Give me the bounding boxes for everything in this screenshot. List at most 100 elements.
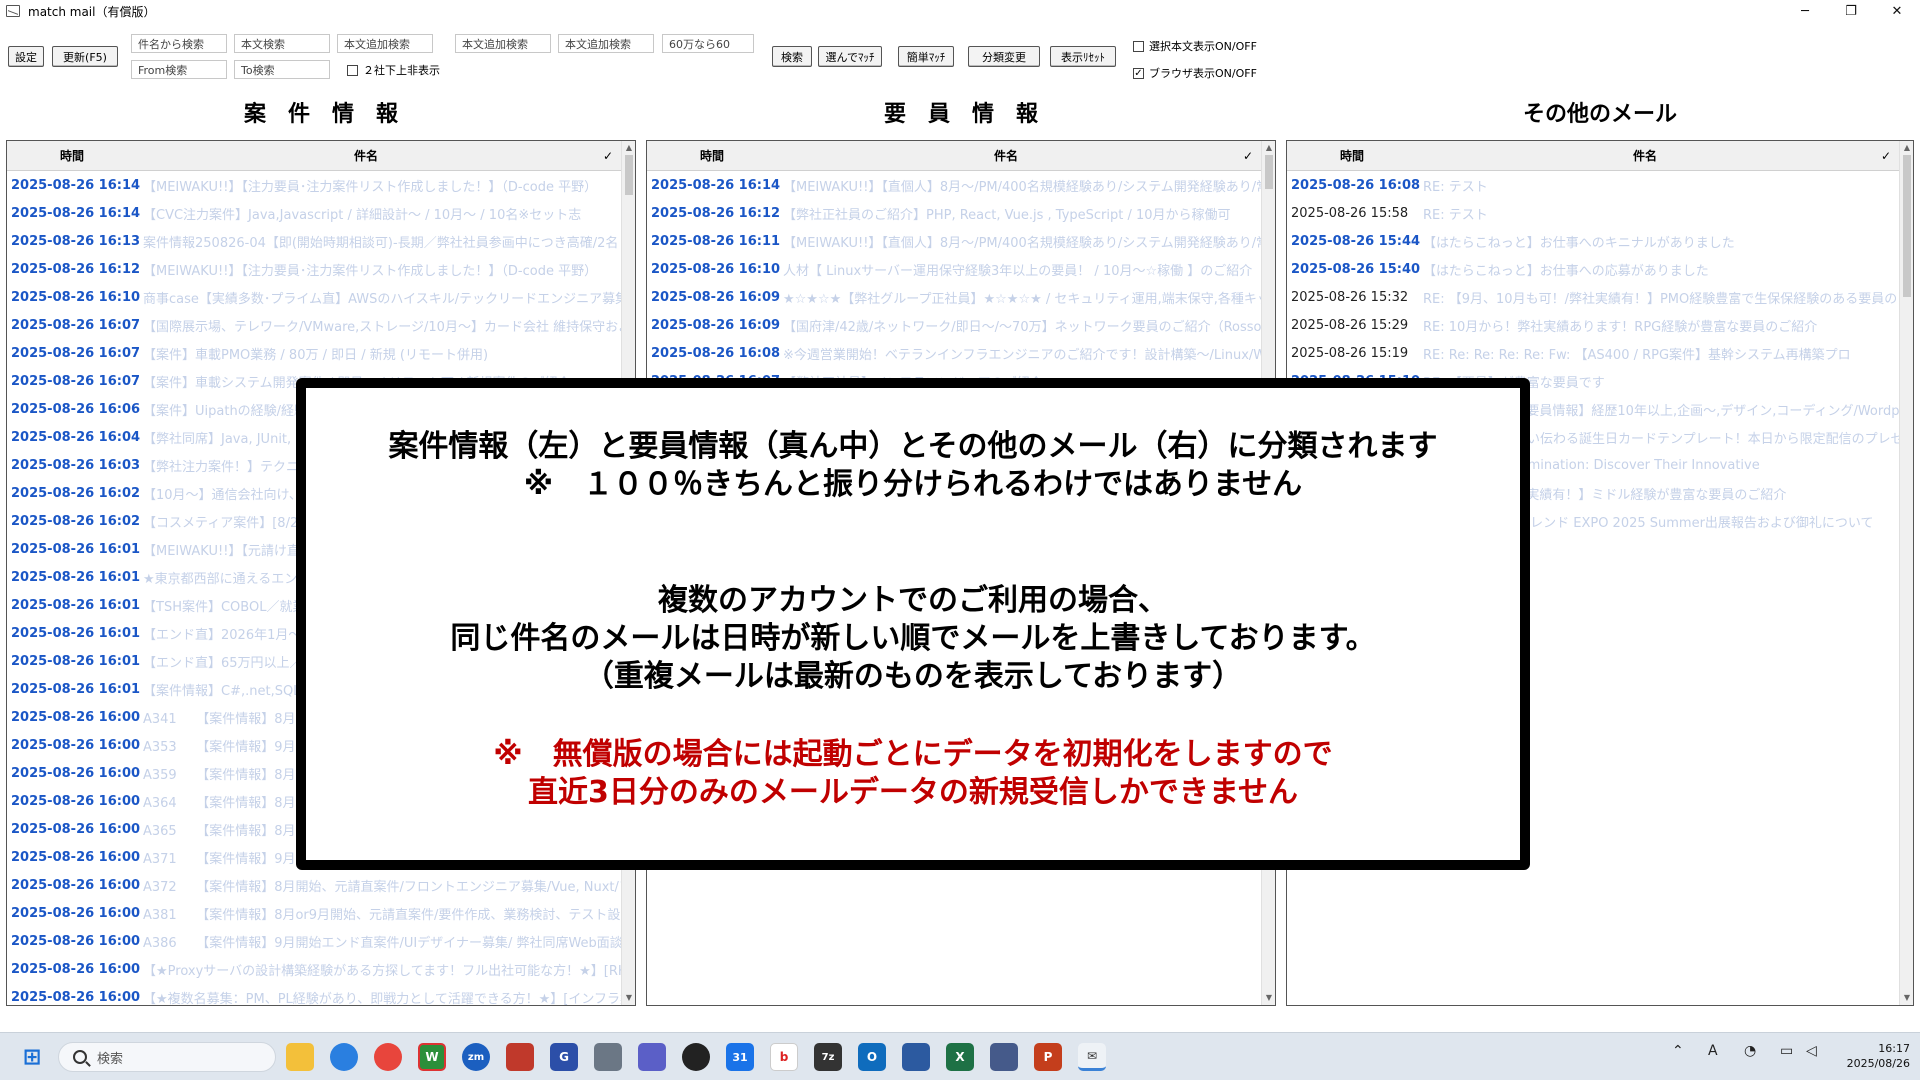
taskbar-search-box[interactable]: 検索 xyxy=(58,1042,276,1072)
mail-list-row[interactable]: 2025-08-26 16:14 【MEIWAKU!!】【直個人】8月～/PM/4… xyxy=(647,171,1261,199)
mail-list-row[interactable]: 2025-08-26 16:14 【CVC注力案件】Java,Javascript… xyxy=(7,199,621,227)
maximize-button[interactable]: ❐ xyxy=(1828,0,1874,22)
mail-subject: A386 【案件情報】9月開始エンド直案件/UIデザイナー募集/ 弊社同席Web… xyxy=(143,935,621,951)
minimize-button[interactable]: ─ xyxy=(1782,0,1828,22)
mail-list-row[interactable]: 2025-08-26 16:00 【★Proxyサーバの設計構築経験がある方探して… xyxy=(7,955,621,983)
mail-list-row[interactable]: 2025-08-26 16:08 RE: テスト xyxy=(1287,171,1899,199)
zoom-app-icon[interactable]: zm xyxy=(462,1043,490,1071)
scroll-down-arrow-icon[interactable]: ▼ xyxy=(1262,991,1275,1005)
mail-list-row[interactable]: 2025-08-26 16:14 【MEIWAKU!!】【注力要員･注力案件リスト… xyxy=(7,171,621,199)
file-explorer-icon[interactable] xyxy=(286,1043,314,1071)
subject-search-input[interactable]: 件名から検索 xyxy=(131,34,227,53)
mail-list-row[interactable]: 2025-08-26 16:09 【国府津/42歳/ネットワーク/即日～/～70万… xyxy=(647,311,1261,339)
mail-list-row[interactable]: 2025-08-26 15:29 RE: 10月から！弊社実績あります！RPG経験… xyxy=(1287,311,1899,339)
column-header-subject[interactable]: 件名 xyxy=(137,147,595,164)
search-button[interactable]: 検索 xyxy=(772,46,812,67)
settings-button[interactable]: 設定 xyxy=(8,46,44,67)
scroll-up-arrow-icon[interactable]: ▲ xyxy=(1262,141,1275,155)
teams-icon[interactable] xyxy=(638,1043,666,1071)
powerpoint-icon[interactable]: P xyxy=(1034,1043,1062,1071)
chrome-browser-icon[interactable] xyxy=(374,1043,402,1071)
scroll-down-arrow-icon[interactable]: ▼ xyxy=(1900,991,1913,1005)
mail-list-row[interactable]: 2025-08-26 16:08 ※今週営業開始！ベテランインフラエンジニアのご紹… xyxy=(647,339,1261,367)
remote-desktop-icon[interactable] xyxy=(990,1043,1018,1071)
match-mail-taskbar-icon[interactable]: ✉ xyxy=(1078,1043,1106,1071)
mail-list-row[interactable]: 2025-08-26 16:10 人材【 Linuxサーバー運用保守経験3年以上の… xyxy=(647,255,1261,283)
change-category-button[interactable]: 分類変更 xyxy=(968,46,1040,67)
mail-list-row[interactable]: 2025-08-26 15:44 【はたらこねっと】お仕事へのキニナルがありました xyxy=(1287,227,1899,255)
simple-match-button[interactable]: 簡単ﾏｯﾁ xyxy=(898,46,954,67)
vertical-scrollbar[interactable]: ▲ ▼ xyxy=(1899,141,1913,1005)
from-search-input[interactable]: From検索 xyxy=(131,60,227,79)
refresh-button[interactable]: 更新(F5) xyxy=(52,46,118,67)
body-add-search-input-1[interactable]: 本文追加検索 xyxy=(337,34,433,53)
mail-list-row[interactable]: 2025-08-26 16:00 A386 【案件情報】9月開始エンド直案件/UI… xyxy=(7,927,621,955)
mail-list-row[interactable]: 2025-08-26 15:32 RE: 【9月、10月も可！/弊社実績有！】PM… xyxy=(1287,283,1899,311)
windows-start-icon[interactable]: ⊞ xyxy=(18,1043,46,1071)
column-header-check[interactable]: ✓ xyxy=(595,149,621,163)
mail-list-row[interactable]: 2025-08-26 15:19 RE: Re: Re: Re: Re: Fw: … xyxy=(1287,339,1899,367)
mail-list-row[interactable]: 2025-08-26 16:12 【弊社正社員のご紹介】PHP, React, V… xyxy=(647,199,1261,227)
column-header-subject[interactable]: 件名 xyxy=(777,147,1235,164)
close-button[interactable]: ✕ xyxy=(1874,0,1920,22)
mail-time: 2025-08-26 16:07 xyxy=(11,373,141,389)
7zip-icon[interactable]: 7z xyxy=(814,1043,842,1071)
mail-list-row[interactable]: 2025-08-26 16:12 【MEIWAKU!!】【注力要員･注力案件リスト… xyxy=(7,255,621,283)
toggle-body-checkbox[interactable]: 選択本文表示ON/OFF xyxy=(1133,38,1257,54)
mail-list-row[interactable]: 2025-08-26 16:00 【★複数名募集：PM、PL経験があり、即戦力とし… xyxy=(7,983,621,1006)
tray-chevron-icon[interactable]: ⌃ xyxy=(1672,1043,1684,1059)
ime-indicator[interactable]: A xyxy=(1708,1043,1718,1059)
column-header-check[interactable]: ✓ xyxy=(1235,149,1261,163)
to-search-input[interactable]: To検索 xyxy=(234,60,330,79)
column-header-check[interactable]: ✓ xyxy=(1873,149,1899,163)
hide-two-companies-checkbox[interactable]: ２社下上非表示 xyxy=(347,62,440,78)
scroll-thumb[interactable] xyxy=(1903,155,1911,297)
mail-list-row[interactable]: 2025-08-26 15:40 【はたらこねっと】お仕事への応募がありました xyxy=(1287,255,1899,283)
mail-list-row[interactable]: 2025-08-26 16:13 案件情報250826-04【即(開始時期相談可)… xyxy=(7,227,621,255)
amount-input[interactable]: 60万なら60 xyxy=(662,34,754,53)
mail-list-row[interactable]: 2025-08-26 16:00 A372 【案件情報】8月開始、元請直案件/フロ… xyxy=(7,871,621,899)
excel-icon[interactable]: X xyxy=(946,1043,974,1071)
calendar-icon[interactable]: 31 xyxy=(726,1043,754,1071)
column-header-subject[interactable]: 件名 xyxy=(1417,147,1873,164)
notepad-icon[interactable] xyxy=(902,1043,930,1071)
column-header-time[interactable]: 時間 xyxy=(647,147,777,164)
chatgpt-icon[interactable] xyxy=(682,1043,710,1071)
edge-browser-icon[interactable] xyxy=(330,1043,358,1071)
scroll-up-arrow-icon[interactable]: ▲ xyxy=(622,141,635,155)
calculator-icon[interactable] xyxy=(594,1043,622,1071)
g-app-icon[interactable]: G xyxy=(550,1043,578,1071)
column-header-time[interactable]: 時間 xyxy=(7,147,137,164)
body-search-input[interactable]: 本文検索 xyxy=(234,34,330,53)
mail-list-row[interactable]: 2025-08-26 16:11 【MEIWAKU!!】【直個人】8月～/PM/4… xyxy=(647,227,1261,255)
pick-match-button[interactable]: 選んでﾏｯﾁ xyxy=(818,46,882,67)
taskbar-clock[interactable]: 16:17 2025/08/26 xyxy=(1847,1041,1910,1071)
reset-display-button[interactable]: 表示ﾘｾｯﾄ xyxy=(1050,46,1116,67)
body-add-search-input-3[interactable]: 本文追加検索 xyxy=(558,34,654,53)
w-app-icon[interactable]: W xyxy=(418,1043,446,1071)
mail-list-row[interactable]: 2025-08-26 16:10 商事case【実績多数･プライム直】AWSのハイ… xyxy=(7,283,621,311)
sync-icon[interactable]: ◔ xyxy=(1744,1043,1756,1059)
mail-list-row[interactable]: 2025-08-26 16:07 【案件】車載PMO業務 / 80万 / 即日 /… xyxy=(7,339,621,367)
mail-list-row[interactable]: 2025-08-26 16:00 A381 【案件情報】8月or9月開始、元請直案… xyxy=(7,899,621,927)
outlook-icon[interactable]: O xyxy=(858,1043,886,1071)
column-header-time[interactable]: 時間 xyxy=(1287,147,1417,164)
toggle-browser-checkbox[interactable]: ✓ ブラウザ表示ON/OFF xyxy=(1133,65,1257,81)
mail-time: 2025-08-26 16:14 xyxy=(11,177,141,193)
mail-time: 2025-08-26 16:07 xyxy=(11,345,141,361)
title-bar: match mail（有償版） ─ ❐ ✕ xyxy=(0,0,1920,22)
network-icon[interactable]: ▭ xyxy=(1780,1043,1793,1059)
briefcase-app-icon[interactable] xyxy=(506,1043,534,1071)
mail-list-row[interactable]: 2025-08-26 15:58 RE: テスト xyxy=(1287,199,1899,227)
b-app-icon[interactable]: b xyxy=(770,1043,798,1071)
scroll-thumb[interactable] xyxy=(1265,155,1273,189)
scroll-thumb[interactable] xyxy=(625,155,633,195)
mail-list-row[interactable]: 2025-08-26 16:09 ★☆★☆★【弊社グループ正社員】★☆★☆★ / … xyxy=(647,283,1261,311)
mail-list-row[interactable]: 2025-08-26 16:07 【国際展示場、テレワーク/VMware,ストレー… xyxy=(7,311,621,339)
body-add-search-input-2[interactable]: 本文追加検索 xyxy=(455,34,551,53)
scroll-up-arrow-icon[interactable]: ▲ xyxy=(1900,141,1913,155)
mail-time: 2025-08-26 16:08 xyxy=(1291,177,1421,193)
notice-warning-line: 直近3日分のみのメールデータの新規受信しかできません xyxy=(528,775,1298,810)
volume-icon[interactable]: ◁ xyxy=(1806,1043,1817,1059)
scroll-down-arrow-icon[interactable]: ▼ xyxy=(622,991,635,1005)
